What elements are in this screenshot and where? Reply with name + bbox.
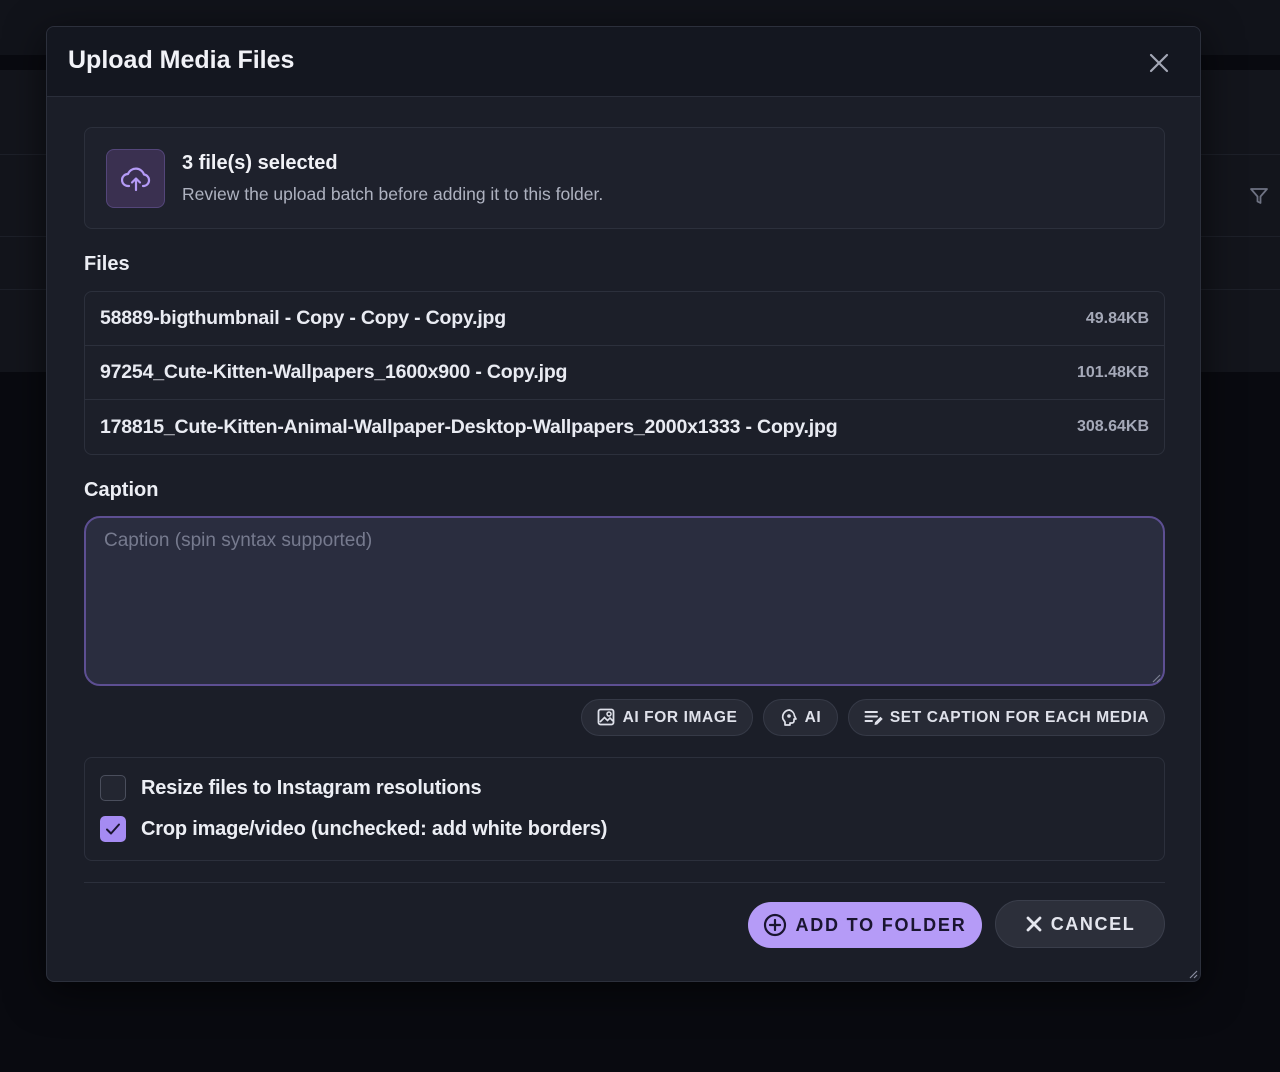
ai-for-image-label: AI FOR IMAGE <box>622 708 738 726</box>
upload-icon-badge <box>106 149 165 208</box>
file-name: 97254_Cute-Kitten-Wallpapers_1600x900 - … <box>100 361 568 383</box>
checkmark-icon <box>106 823 120 835</box>
upload-options: Resize files to Instagram resolutions Cr… <box>84 757 1165 861</box>
cloud-upload-icon <box>120 167 150 191</box>
file-size: 308.64KB <box>1076 418 1149 435</box>
footer-divider <box>84 882 1165 883</box>
file-name: 58889-bigthumbnail - Copy - Copy - Copy.… <box>100 307 506 329</box>
crop-option[interactable]: Crop image/video (unchecked: add white b… <box>100 816 607 842</box>
files-list: 58889-bigthumbnail - Copy - Copy - Copy.… <box>84 291 1165 455</box>
selection-summary: 3 file(s) selected Review the upload bat… <box>84 127 1165 229</box>
ai-brain-icon <box>781 709 797 726</box>
files-heading: Files <box>84 253 130 275</box>
resize-grip-icon[interactable] <box>1151 673 1161 683</box>
selection-count: 3 file(s) selected <box>182 152 338 174</box>
ai-button[interactable]: AI <box>763 699 838 736</box>
cancel-label: CANCEL <box>1050 913 1136 934</box>
ai-label: AI <box>804 708 822 726</box>
file-size: 49.84KB <box>1085 309 1149 327</box>
cancel-button[interactable]: CANCEL <box>995 900 1165 948</box>
set-caption-each-button[interactable]: SET CAPTION FOR EACH MEDIA <box>848 699 1165 736</box>
crop-label: Crop image/video (unchecked: add white b… <box>141 817 608 840</box>
file-row: 97254_Cute-Kitten-Wallpapers_1600x900 - … <box>85 346 1164 400</box>
close-icon <box>1026 916 1042 932</box>
ai-for-image-button[interactable]: AI FOR IMAGE <box>581 699 753 736</box>
upload-media-dialog: Upload Media Files 3 file(s) selected Re… <box>46 26 1201 982</box>
set-caption-each-label: SET CAPTION FOR EACH MEDIA <box>889 708 1150 726</box>
edit-list-icon <box>864 710 883 725</box>
file-size: 101.48KB <box>1076 363 1149 381</box>
resize-checkbox[interactable] <box>100 775 126 801</box>
close-button[interactable] <box>1146 50 1172 76</box>
caption-input[interactable] <box>84 516 1165 686</box>
add-to-folder-label: ADD TO FOLDER <box>795 914 967 935</box>
resize-option[interactable]: Resize files to Instagram resolutions <box>100 775 482 801</box>
file-row: 178815_Cute-Kitten-Animal-Wallpaper-Desk… <box>85 400 1164 454</box>
image-ai-icon <box>597 708 614 726</box>
file-name: 178815_Cute-Kitten-Animal-Wallpaper-Desk… <box>100 415 838 438</box>
dialog-title: Upload Media Files <box>68 46 295 74</box>
close-icon <box>1149 53 1169 73</box>
add-to-folder-button[interactable]: ADD TO FOLDER <box>748 902 982 948</box>
file-row: 58889-bigthumbnail - Copy - Copy - Copy.… <box>85 292 1164 346</box>
caption-heading: Caption <box>84 479 159 501</box>
resize-label: Resize files to Instagram resolutions <box>141 776 482 799</box>
filter-icon <box>1250 188 1268 204</box>
crop-checkbox[interactable] <box>100 816 126 842</box>
dialog-resize-icon[interactable] <box>1189 970 1198 979</box>
plus-circle-icon <box>764 913 787 937</box>
selection-hint: Review the upload batch before adding it… <box>182 184 604 204</box>
dialog-header: Upload Media Files <box>47 27 1200 97</box>
